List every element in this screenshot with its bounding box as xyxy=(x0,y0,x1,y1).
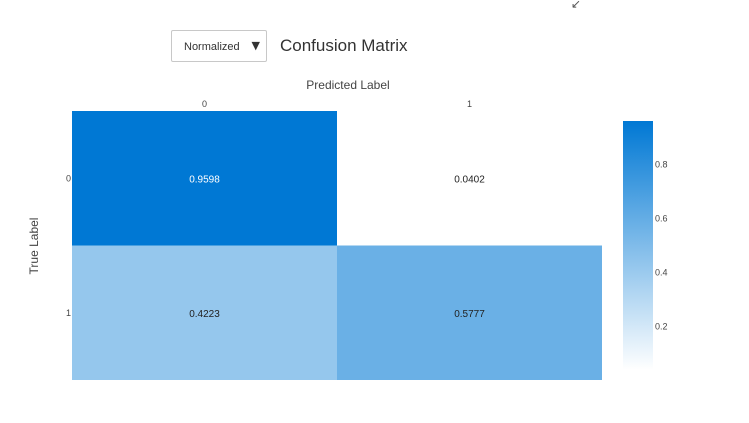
x-tick-label: 1 xyxy=(467,99,472,109)
colorbar xyxy=(623,121,653,370)
colorbar-tick-label: 0.6 xyxy=(655,213,668,223)
cell-value-label: 0.9598 xyxy=(189,174,220,185)
y-axis-title: True Label xyxy=(27,218,41,275)
colorbar-tick-label: 0.2 xyxy=(655,322,668,332)
cell-value-label: 0.0402 xyxy=(454,174,485,185)
cell-value-label: 0.5777 xyxy=(454,309,485,320)
y-tick-label: 1 xyxy=(66,308,71,318)
x-tick-label: 0 xyxy=(202,99,207,109)
x-axis-title: Predicted Label xyxy=(306,78,389,92)
colorbar-tick-label: 0.4 xyxy=(655,268,668,278)
colorbar-tick-label: 0.8 xyxy=(655,159,668,169)
cell-value-label: 0.4223 xyxy=(189,309,220,320)
y-tick-label: 0 xyxy=(66,173,71,183)
confusion-matrix-chart: Predicted Label True Label 0.9598 0.0402 0… xyxy=(27,78,668,380)
